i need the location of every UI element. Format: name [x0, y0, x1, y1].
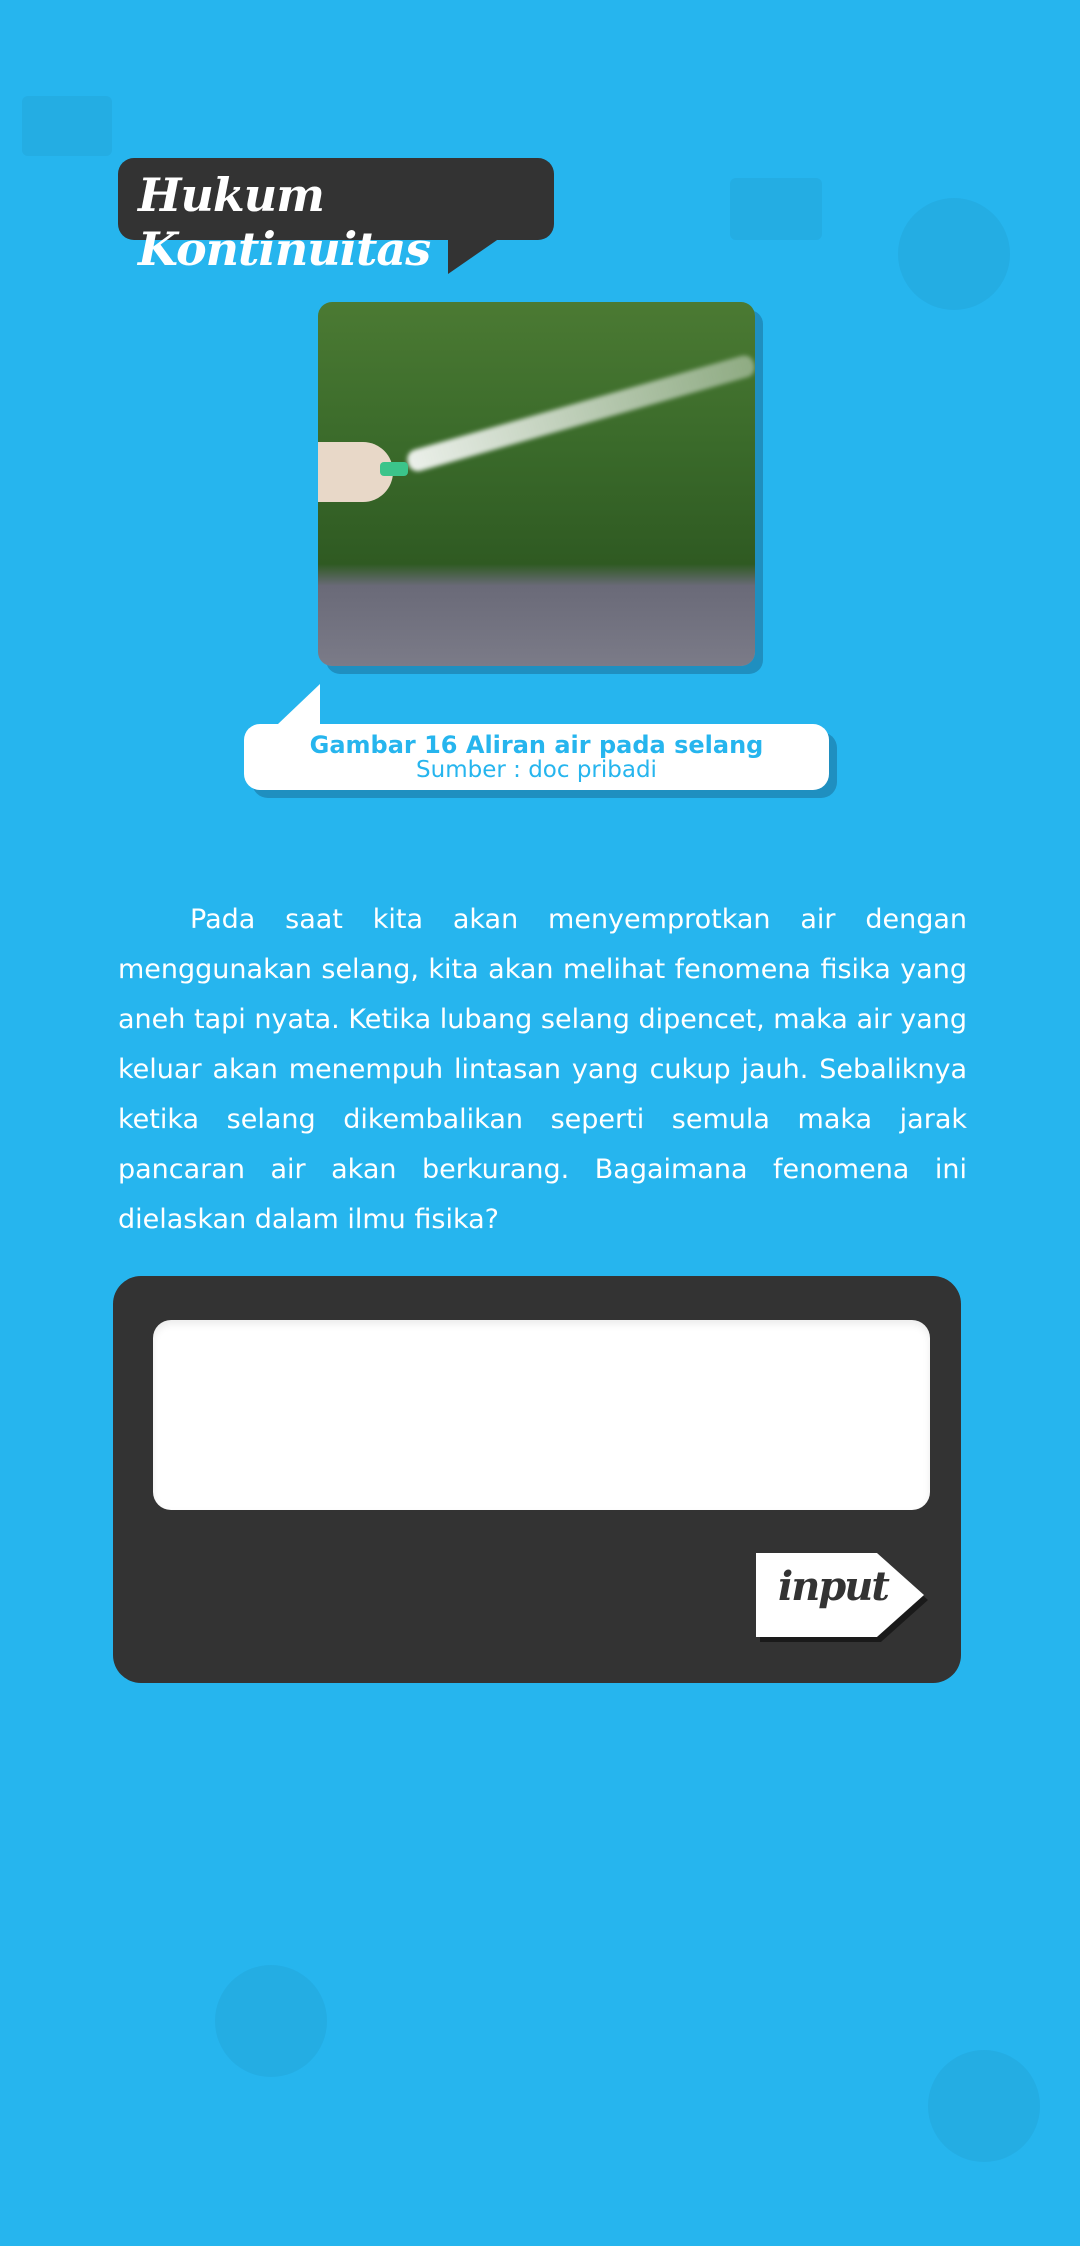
question-paragraph: Pada saat kita akan menyemprotkan air de… — [118, 904, 967, 1235]
page-title: Hukum Kontinuitas — [138, 168, 431, 276]
hose-nozzle — [380, 462, 408, 476]
input-button-label: input — [778, 1563, 890, 1610]
figure-caption-bubble: Gambar 16 Aliran air pada selang Sumber … — [244, 684, 829, 790]
background-pattern-circle — [928, 2050, 1040, 2162]
background-pattern-circle — [898, 198, 1010, 310]
answer-panel: input — [113, 1276, 961, 1683]
background-pattern-circle — [215, 1965, 327, 2077]
water-spray — [404, 353, 755, 474]
figure-source: Sumber : doc pribadi — [416, 757, 657, 783]
input-submit-button[interactable]: input — [756, 1553, 924, 1637]
background-pattern-monitor — [22, 96, 112, 156]
answer-input[interactable] — [153, 1320, 930, 1510]
hose-spray-image — [318, 302, 755, 666]
background-pattern-monitor — [730, 178, 822, 240]
title-bubble: Hukum Kontinuitas — [118, 158, 554, 276]
figure-caption: Gambar 16 Aliran air pada selang — [309, 731, 764, 759]
figure-photo — [318, 302, 755, 666]
